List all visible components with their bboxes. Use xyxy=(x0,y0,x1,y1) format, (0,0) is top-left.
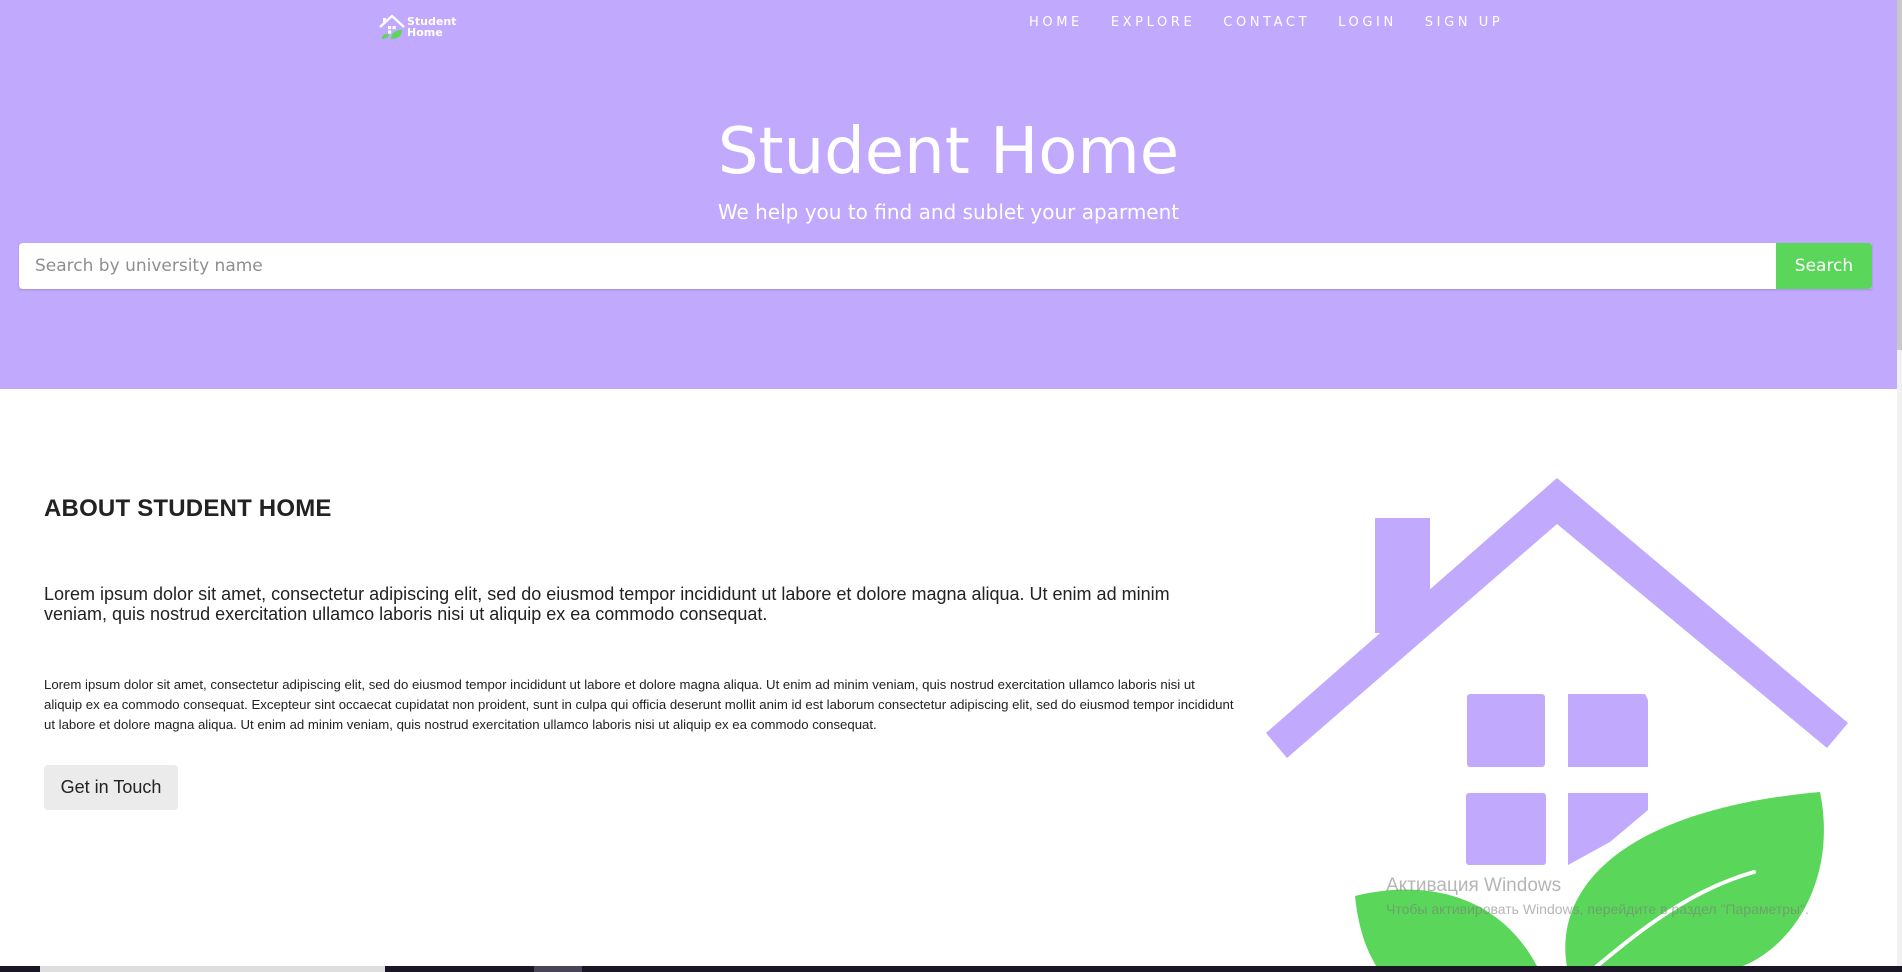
illustration-window-bl xyxy=(1466,793,1546,865)
get-in-touch-button[interactable]: Get in Touch xyxy=(44,765,178,810)
scrollbar-thumb[interactable] xyxy=(1897,0,1902,350)
nav-login[interactable]: LOGIN xyxy=(1338,15,1397,31)
main-nav: HOME EXPLORE CONTACT LOGIN SIGN UP xyxy=(1029,15,1531,31)
hero-section: Student Home HOME EXPLORE CONTACT LOGIN … xyxy=(0,0,1897,389)
nav-contact[interactable]: CONTACT xyxy=(1223,15,1310,31)
about-lead-text: Lorem ipsum dolor sit amet, consectetur … xyxy=(44,584,1170,624)
search-button[interactable]: Search xyxy=(1776,243,1872,289)
about-heading: ABOUT STUDENT HOME xyxy=(44,495,332,522)
logo-text-line2: Home xyxy=(407,26,443,39)
windows-activation-watermark: Активация Windows Чтобы активировать Win… xyxy=(1386,874,1809,918)
illustration-window-tl xyxy=(1467,694,1545,767)
page-scrollbar[interactable] xyxy=(1897,0,1902,972)
illustration-window-tr xyxy=(1568,694,1648,767)
search-bar: Search xyxy=(19,243,1872,289)
search-input[interactable] xyxy=(19,243,1776,289)
taskbar-item[interactable] xyxy=(40,966,385,972)
about-body-text: Lorem ipsum dolor sit amet, consectetur … xyxy=(44,677,1234,732)
nav-explore[interactable]: EXPLORE xyxy=(1111,15,1195,31)
taskbar-item-active[interactable] xyxy=(534,966,582,972)
watermark-subtitle: Чтобы активировать Windows, перейдите в … xyxy=(1386,901,1809,917)
nav-sign-up[interactable]: SIGN UP xyxy=(1425,15,1504,31)
house-leaf-icon xyxy=(379,14,405,39)
site-logo[interactable]: Student Home xyxy=(378,12,458,42)
hero-title: Student Home xyxy=(717,115,1180,189)
illustration-roof xyxy=(1266,478,1848,758)
logo-text: Student Home xyxy=(407,16,456,38)
watermark-title: Активация Windows xyxy=(1386,875,1562,896)
hero-subtitle: We help you to find and sublet your apar… xyxy=(717,200,1180,224)
taskbar-strip xyxy=(0,966,1902,972)
nav-home[interactable]: HOME xyxy=(1029,15,1083,31)
